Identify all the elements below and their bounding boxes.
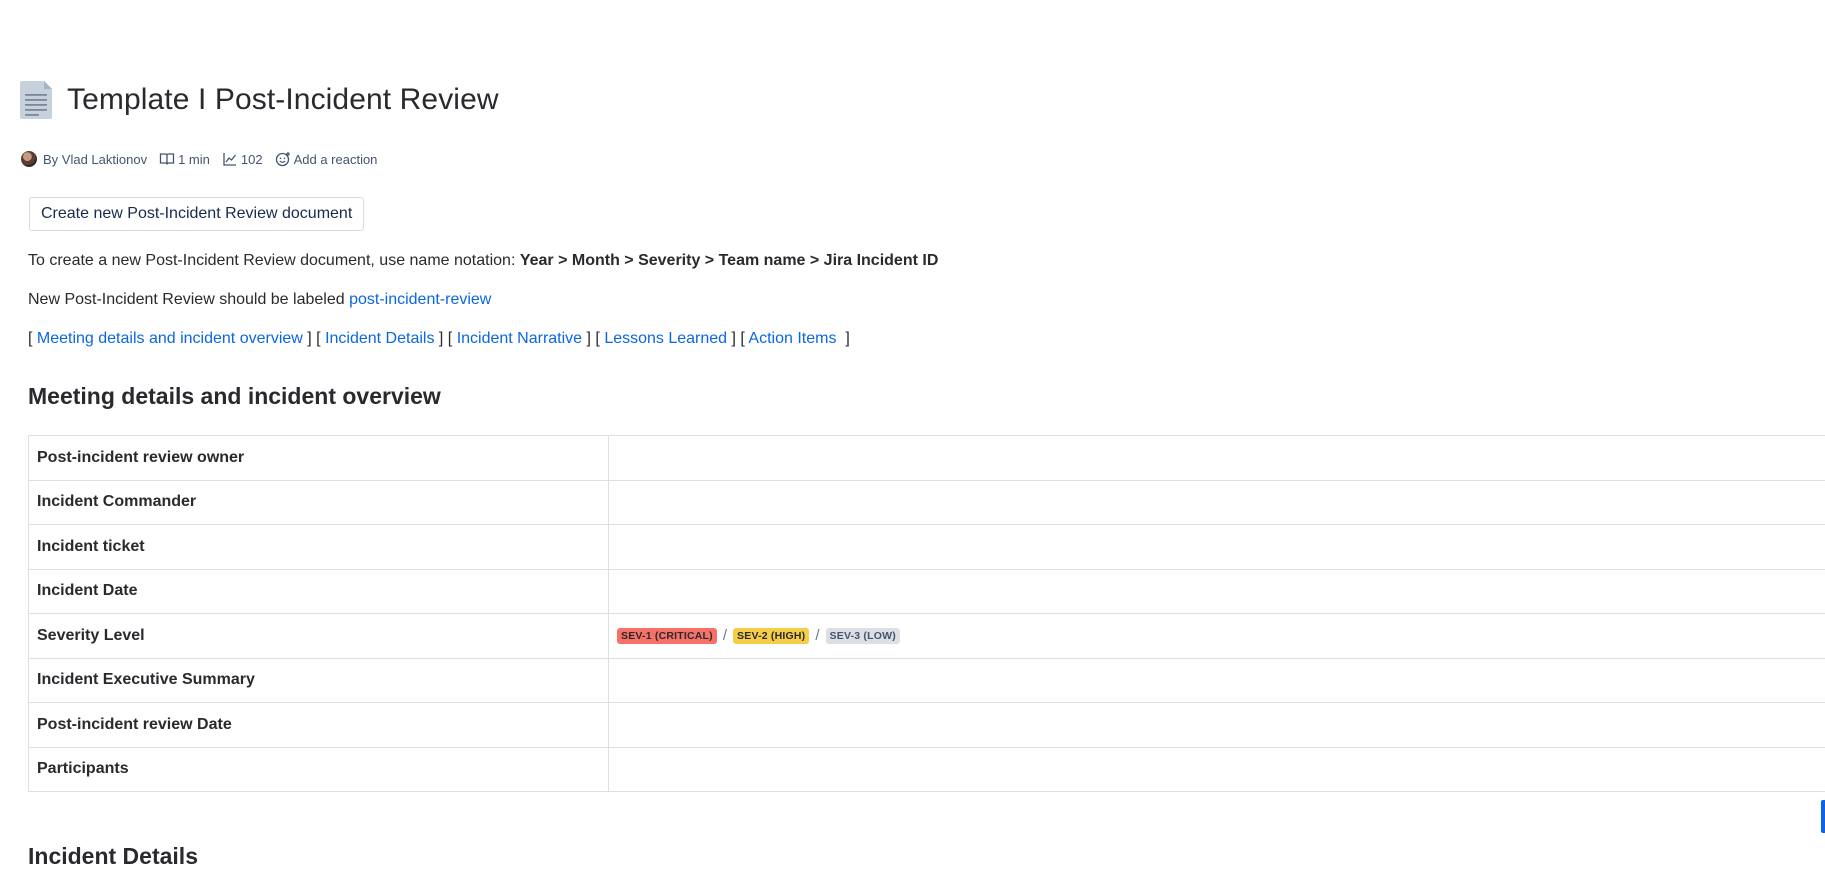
table-row: Participants bbox=[29, 747, 1825, 792]
row-label: Incident Executive Summary bbox=[29, 658, 609, 703]
emoji-add-icon bbox=[275, 151, 291, 167]
toc-link-lessons-learned[interactable]: Lessons Learned bbox=[604, 330, 727, 347]
row-label: Incident ticket bbox=[29, 525, 609, 570]
toc-link-incident-narrative[interactable]: Incident Narrative bbox=[457, 330, 582, 347]
row-value[interactable] bbox=[609, 525, 1825, 570]
view-count: 102 bbox=[241, 152, 263, 167]
row-value[interactable] bbox=[609, 747, 1825, 792]
page-header: Template I Post-Incident Review bbox=[19, 79, 499, 120]
section-heading-meeting: Meeting details and incident overview bbox=[28, 383, 441, 410]
page-title: Template I Post-Incident Review bbox=[67, 83, 499, 117]
toc-link-action-items[interactable]: Action Items bbox=[748, 330, 836, 347]
document-icon bbox=[19, 79, 54, 120]
add-reaction-button[interactable]: Add a reaction bbox=[275, 151, 378, 167]
row-label: Participants bbox=[29, 747, 609, 792]
severity-cell[interactable]: SEV-1 (CRITICAL) / SEV-2 (HIGH) / SEV-3 (LOW… bbox=[609, 614, 1825, 659]
row-label: Severity Level bbox=[29, 614, 609, 659]
views[interactable]: 102 bbox=[222, 151, 263, 167]
row-value[interactable] bbox=[609, 703, 1825, 748]
row-label: Incident Date bbox=[29, 569, 609, 614]
row-value[interactable] bbox=[609, 436, 1825, 481]
severity-lozenge-sev3: SEV-3 (LOW) bbox=[826, 628, 900, 644]
toc-bracket: ] bbox=[836, 330, 849, 347]
byline: By Vlad Laktionov 1 min 102 Add a reacti… bbox=[21, 151, 377, 167]
row-label: Post-incident review owner bbox=[29, 436, 609, 481]
scrollbar-handle[interactable] bbox=[1821, 800, 1825, 833]
book-icon bbox=[159, 151, 175, 167]
read-time-label: 1 min bbox=[178, 152, 210, 167]
create-document-button[interactable]: Create new Post-Incident Review document bbox=[29, 197, 364, 231]
toc-bracket: ] [ bbox=[582, 330, 604, 347]
notation-paragraph: To create a new Post-Incident Review doc… bbox=[28, 252, 938, 270]
table-row: Post-incident review Date bbox=[29, 703, 1825, 748]
section-heading-incident-details: Incident Details bbox=[28, 843, 198, 870]
label-paragraph: New Post-Incident Review should be label… bbox=[28, 291, 491, 309]
severity-lozenge-sev1: SEV-1 (CRITICAL) bbox=[617, 628, 717, 644]
row-value[interactable] bbox=[609, 569, 1825, 614]
label-text: New Post-Incident Review should be label… bbox=[28, 291, 349, 308]
label-link[interactable]: post-incident-review bbox=[349, 291, 491, 308]
table-row: Severity Level SEV-1 (CRITICAL) / SEV-2 (H… bbox=[29, 614, 1825, 659]
toc-bracket: ] [ bbox=[434, 330, 456, 347]
table-of-contents: [ Meeting details and incident overview … bbox=[28, 330, 850, 348]
row-value[interactable] bbox=[609, 480, 1825, 525]
table-row: Incident Date bbox=[29, 569, 1825, 614]
author-link[interactable]: By Vlad Laktionov bbox=[43, 152, 147, 167]
avatar[interactable] bbox=[21, 151, 37, 167]
chart-line-icon bbox=[222, 151, 238, 167]
separator: / bbox=[815, 627, 819, 644]
toc-link-meeting-details[interactable]: Meeting details and incident overview bbox=[37, 330, 303, 347]
notation-format: Year > Month > Severity > Team name > Ji… bbox=[520, 252, 939, 269]
table-row: Incident Commander bbox=[29, 480, 1825, 525]
separator: / bbox=[723, 627, 727, 644]
severity-lozenge-sev2: SEV-2 (HIGH) bbox=[733, 628, 809, 644]
table-row: Incident Executive Summary bbox=[29, 658, 1825, 703]
table-row: Post-incident review owner bbox=[29, 436, 1825, 481]
toc-bracket: ] [ bbox=[303, 330, 325, 347]
row-label: Incident Commander bbox=[29, 480, 609, 525]
table-row: Incident ticket bbox=[29, 525, 1825, 570]
notation-text: To create a new Post-Incident Review doc… bbox=[28, 252, 520, 269]
row-value[interactable] bbox=[609, 658, 1825, 703]
row-label: Post-incident review Date bbox=[29, 703, 609, 748]
add-reaction-label: Add a reaction bbox=[294, 152, 378, 167]
toc-link-incident-details[interactable]: Incident Details bbox=[325, 330, 434, 347]
read-time: 1 min bbox=[159, 151, 210, 167]
toc-bracket: [ bbox=[28, 330, 37, 347]
toc-bracket: ] [ bbox=[727, 330, 748, 347]
meeting-details-table: Post-incident review owner Incident Comm… bbox=[28, 435, 1825, 792]
